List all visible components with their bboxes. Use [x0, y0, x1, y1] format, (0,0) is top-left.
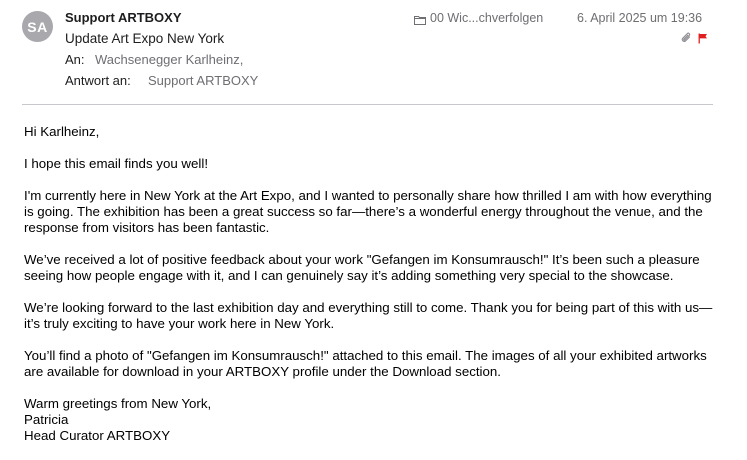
- message-status-icons: [681, 31, 708, 49]
- paperclip-icon[interactable]: [681, 31, 692, 49]
- sender-name[interactable]: Support ARTBOXY: [65, 10, 182, 25]
- flag-icon[interactable]: [698, 31, 708, 49]
- message-header: SA Support ARTBOXY Update Art Expo New Y…: [0, 0, 747, 106]
- message-subject: Update Art Expo New York: [65, 31, 225, 46]
- greeting: Hi Karlheinz,: [24, 124, 100, 139]
- body-paragraph: We’re looking forward to the last exhibi…: [24, 300, 713, 331]
- to-label: An:: [65, 52, 85, 67]
- signature-title: Head Curator ARTBOXY: [24, 428, 171, 443]
- folder-icon: [414, 14, 426, 25]
- reply-to-address[interactable]: Support ARTBOXY: [148, 73, 258, 88]
- message-body: Hi Karlheinz, I hope this email finds yo…: [24, 124, 724, 444]
- body-paragraph: I'm currently here in New York at the Ar…: [24, 188, 712, 235]
- message-date: 6. April 2025 um 19:36: [577, 11, 703, 25]
- to-row: An: Wachsenegger Karlheinz,: [65, 52, 243, 67]
- body-paragraph: We’ve received a lot of positive feedbac…: [24, 252, 700, 283]
- body-paragraph: You’ll find a photo of "Gefangen im Kons…: [24, 348, 707, 379]
- folder-name: 00 Wic...chverfolgen: [430, 11, 544, 25]
- sender-avatar: SA: [22, 11, 53, 42]
- to-recipient[interactable]: Wachsenegger Karlheinz,: [95, 52, 243, 67]
- closing-line: Warm greetings from New York,: [24, 396, 212, 411]
- signature-name: Patricia: [24, 412, 69, 427]
- body-paragraph: I hope this email finds you well!: [24, 156, 209, 171]
- reply-to-label: Antwort an:: [65, 73, 131, 88]
- mailbox-folder[interactable]: 00 Wic...chverfolgen: [414, 11, 543, 25]
- header-divider: [22, 104, 713, 105]
- reply-to-row: Antwort an: Support ARTBOXY: [65, 73, 258, 88]
